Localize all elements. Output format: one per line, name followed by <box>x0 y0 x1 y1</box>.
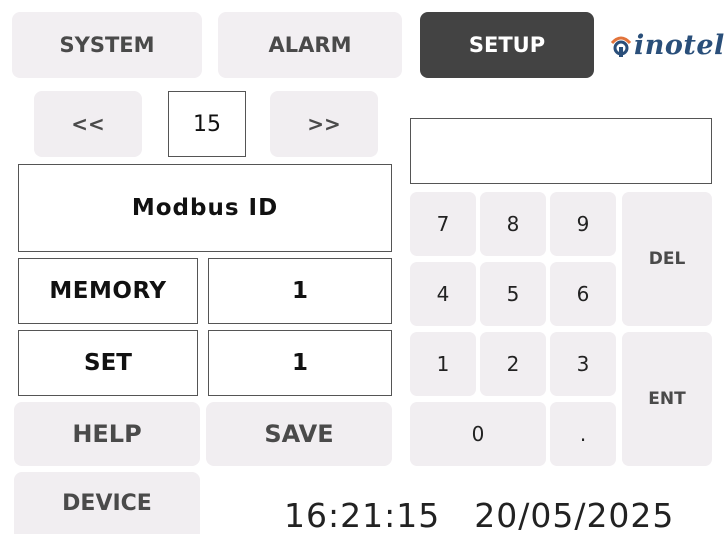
key-4[interactable]: 4 <box>410 262 476 326</box>
current-time: 16:21:15 <box>284 495 441 535</box>
help-button[interactable]: HELP <box>14 402 200 466</box>
help-label: HELP <box>72 420 142 448</box>
next-page-button[interactable]: >> <box>270 91 378 157</box>
tab-alarm-label: ALARM <box>268 33 352 57</box>
key-label: 6 <box>576 282 590 306</box>
status-clock: 16:21:15 20/05/2025 <box>284 495 724 535</box>
memory-label-box: MEMORY <box>18 258 198 324</box>
key-7[interactable]: 7 <box>410 192 476 256</box>
inotel-logo: inotel <box>610 22 726 68</box>
key-label: 3 <box>576 352 590 376</box>
memory-value: 1 <box>291 278 308 304</box>
tab-setup[interactable]: SETUP <box>420 12 594 78</box>
prev-page-button[interactable]: << <box>34 91 142 157</box>
key-1[interactable]: 1 <box>410 332 476 396</box>
set-value: 1 <box>291 350 308 376</box>
key-label: 8 <box>506 212 520 236</box>
key-8[interactable]: 8 <box>480 192 546 256</box>
memory-label: MEMORY <box>49 278 167 304</box>
set-label-box: SET <box>18 330 198 396</box>
parameter-title: Modbus ID <box>131 195 279 221</box>
key-label: 5 <box>506 282 520 306</box>
key-label: 2 <box>506 352 520 376</box>
key-decimal[interactable]: . <box>550 402 616 466</box>
key-label: 0 <box>471 422 485 446</box>
memory-value-field[interactable]: 1 <box>208 258 392 324</box>
tab-system-label: SYSTEM <box>59 33 155 57</box>
key-9[interactable]: 9 <box>550 192 616 256</box>
device-label: DEVICE <box>62 490 152 516</box>
tab-setup-label: SETUP <box>468 33 546 57</box>
key-2[interactable]: 2 <box>480 332 546 396</box>
parameter-title-box: Modbus ID <box>18 164 392 252</box>
page-number-field[interactable]: 15 <box>168 91 246 157</box>
key-label: 4 <box>436 282 450 306</box>
prev-page-label: << <box>71 112 105 136</box>
set-label: SET <box>84 350 132 376</box>
key-label: . <box>579 422 587 446</box>
next-page-label: >> <box>307 112 341 136</box>
logo-mark-icon <box>610 36 632 57</box>
key-label: 9 <box>576 212 590 236</box>
tab-system[interactable]: SYSTEM <box>12 12 202 78</box>
keypad-display[interactable] <box>410 118 712 184</box>
key-5[interactable]: 5 <box>480 262 546 326</box>
key-6[interactable]: 6 <box>550 262 616 326</box>
key-label: 1 <box>436 352 450 376</box>
key-label: 7 <box>436 212 450 236</box>
save-label: SAVE <box>264 420 334 448</box>
delete-label: DEL <box>648 249 686 269</box>
logo-text: inotel <box>634 29 725 61</box>
delete-button[interactable]: DEL <box>622 192 712 326</box>
page-number-value: 15 <box>193 111 221 137</box>
set-value-field[interactable]: 1 <box>208 330 392 396</box>
enter-label: ENT <box>648 389 686 409</box>
current-date: 20/05/2025 <box>474 495 675 535</box>
tab-alarm[interactable]: ALARM <box>218 12 402 78</box>
key-3[interactable]: 3 <box>550 332 616 396</box>
enter-button[interactable]: ENT <box>622 332 712 466</box>
key-0[interactable]: 0 <box>410 402 546 466</box>
save-button[interactable]: SAVE <box>206 402 392 466</box>
device-button[interactable]: DEVICE <box>14 472 200 534</box>
